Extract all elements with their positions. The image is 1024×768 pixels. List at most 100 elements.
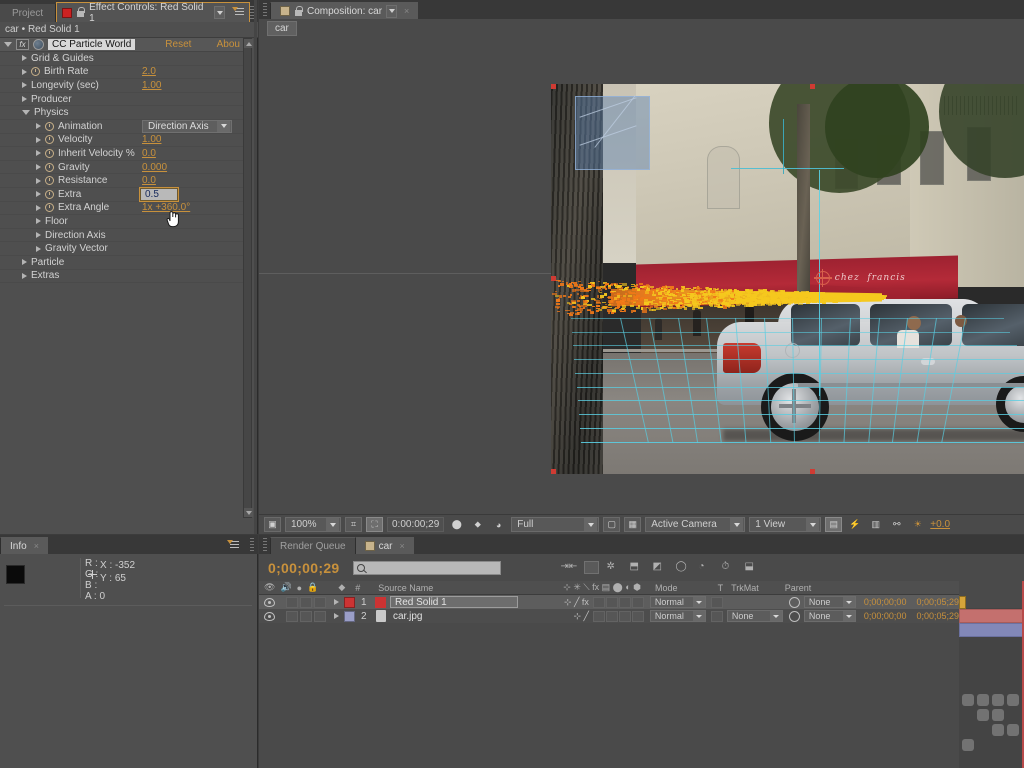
fx-icon[interactable]: fx [16,39,29,50]
zoom-level-select[interactable]: 100% [285,517,341,532]
stopwatch-icon[interactable] [45,163,54,172]
layer-disclosure-triangle-icon[interactable] [334,599,339,605]
timeline-track-area[interactable] [959,581,1024,768]
property-row-inherit-velocity[interactable]: Inherit Velocity %0.0 [0,147,244,161]
z-axis-plane-overlay[interactable] [575,96,651,170]
disclosure-triangle-icon[interactable] [22,273,27,279]
disclosure-triangle-icon[interactable] [22,55,27,61]
disclosure-triangle-icon[interactable] [36,232,41,238]
property-row-animation[interactable]: AnimationDirection Axis [0,120,244,134]
disclosure-triangle-icon[interactable] [36,218,41,224]
preserve-transparency-toggle[interactable] [711,611,723,622]
resolution-select[interactable]: Full [511,517,599,532]
disclosure-triangle-icon[interactable] [22,82,27,88]
property-value[interactable]: 0.0 [142,148,156,159]
show-snapshot-icon[interactable]: ⬥ [469,517,486,532]
stopwatch-icon[interactable] [45,135,54,144]
effect-controls-scrollbar[interactable] [243,38,252,518]
layer-source-name[interactable]: car.jpg [393,611,422,622]
layer-switch-toggle[interactable] [632,597,644,608]
layer-in-point[interactable]: 0;00;00;00 [864,611,907,621]
blend-mode-select[interactable]: Normal [650,610,706,622]
audio-toggle[interactable] [286,597,298,608]
property-value[interactable]: 1.00 [142,80,161,91]
property-row-velocity[interactable]: Velocity1.00 [0,134,244,148]
transparency-grid-icon[interactable]: ▦ [624,517,641,532]
comp-flowchart-icon[interactable]: ⚯ [888,517,905,532]
composition-stage[interactable]: chez francis [551,84,1024,474]
layer-source-name[interactable]: Red Solid 1 [390,596,518,608]
layer-switch-toggle[interactable] [619,597,631,608]
timeline-jump-icon[interactable]: ▥ [867,517,884,532]
parent-select[interactable]: None [804,596,856,608]
exposure-icon[interactable]: ☀ [909,517,926,532]
property-row-direction-axis[interactable]: Direction Axis [0,229,244,243]
disclosure-triangle-icon[interactable] [36,150,41,156]
region-of-interest-icon[interactable]: ⛶ [366,517,383,532]
chevron-down-icon[interactable] [584,518,597,531]
stopwatch-icon[interactable] [45,176,54,185]
grid-guides-icon[interactable]: ⌗ [345,517,362,532]
solo-toggle[interactable] [300,611,312,622]
table-row[interactable]: 2car.jpg⊹ ╱NormalNoneNone0;00;00;000;00;… [259,609,959,623]
tab-composition-car[interactable]: Composition: car × [270,2,418,19]
visibility-eye-icon[interactable] [264,598,275,607]
preserve-transparency-toggle[interactable] [711,597,723,608]
chevron-down-icon[interactable] [843,611,855,621]
draft-3d-icon[interactable] [584,561,599,574]
scroll-up-arrow-icon[interactable] [244,39,253,48]
stopwatch-icon[interactable] [45,203,54,212]
blend-mode-select[interactable]: Normal [650,596,706,608]
property-value[interactable]: 1.00 [142,134,161,145]
region-of-interest-toggle-icon[interactable]: ▢ [603,517,620,532]
chevron-down-icon[interactable] [693,611,705,621]
view-layout-select[interactable]: 1 View [749,517,821,532]
panel-gripper[interactable] [263,538,267,551]
property-row-floor[interactable]: Floor [0,215,244,229]
chevron-down-icon[interactable] [214,6,225,19]
pixel-aspect-correction-icon[interactable]: ▤ [825,517,842,532]
comp-globe-icon[interactable] [33,39,44,50]
lock-toggle[interactable] [314,597,326,608]
close-icon[interactable]: × [34,541,39,551]
layer-label-color-swatch[interactable] [344,597,355,608]
layer-out-point[interactable]: 0;00;05;29 [916,611,959,621]
layer-handle-top-left[interactable] [551,84,556,89]
chevron-down-icon[interactable] [806,518,819,531]
exposure-value[interactable]: +0.0 [930,519,950,530]
fast-previews-icon[interactable]: ⚡ [846,517,863,532]
parent-pickwhip-icon[interactable] [789,597,800,608]
close-icon[interactable]: × [404,6,409,16]
panel-menu-icon[interactable] [232,7,245,18]
panel-gripper[interactable] [250,538,254,551]
panel-gripper[interactable] [263,3,267,16]
scroll-down-arrow-icon[interactable] [244,508,253,517]
property-row-particle[interactable]: Particle [0,256,244,270]
chevron-down-icon[interactable] [217,121,230,132]
disclosure-triangle-icon[interactable] [22,96,27,102]
auto-keyframe-icon[interactable]: ⏱ [722,561,737,574]
property-row-extra[interactable]: Extra0.5 [0,188,244,202]
layer-switch-toggle[interactable] [619,611,631,622]
panel-menu-icon[interactable] [227,540,240,551]
stopwatch-icon[interactable] [45,122,54,131]
property-row-gravity[interactable]: Gravity0.000 [0,161,244,175]
tab-render-queue[interactable]: Render Queue [270,537,355,554]
current-time-indicator[interactable] [959,596,966,609]
lock-toggle[interactable] [314,611,326,622]
layer-in-point[interactable]: 0;00;00;00 [864,597,907,607]
property-value-input[interactable]: 0.5 [140,188,178,201]
reset-button[interactable]: Reset [165,39,191,50]
search-input[interactable] [353,561,501,575]
layer-switch-toggle[interactable] [632,611,644,622]
layer-bar-red-solid[interactable] [959,609,1024,623]
disclosure-triangle-icon[interactable] [36,123,41,129]
chevron-down-icon[interactable] [730,518,743,531]
layer-switch-toggle[interactable] [606,597,618,608]
chevron-down-icon[interactable] [770,611,782,621]
disclosure-triangle-icon[interactable] [36,178,41,184]
disclosure-triangle-icon[interactable] [22,259,27,265]
lock-icon[interactable] [294,6,303,17]
layer-handle-left-mid[interactable] [551,276,556,281]
disclosure-triangle-icon[interactable] [4,42,12,47]
